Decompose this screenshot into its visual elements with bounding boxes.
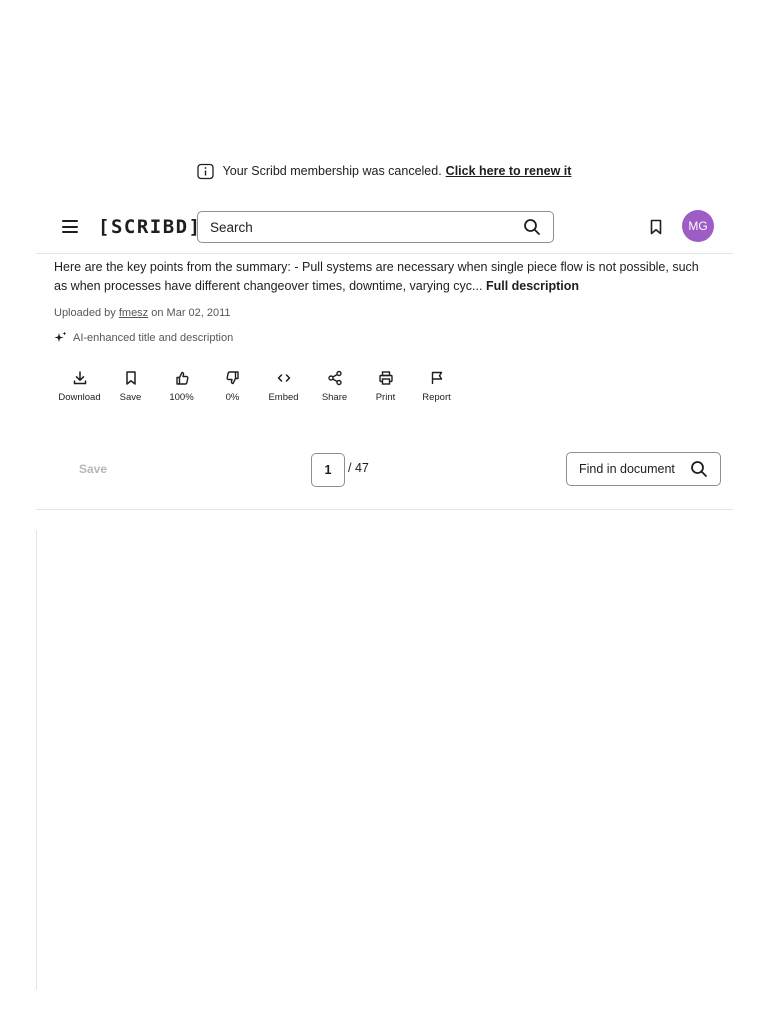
bookmark-icon [125, 371, 136, 385]
document-actions: Download Save 100% 0% Embed Share Print … [54, 370, 462, 403]
print-icon [378, 371, 393, 385]
print-label: Print [375, 392, 396, 403]
share-icon [327, 370, 342, 386]
site-header: [SCRIBD] MG [36, 208, 733, 254]
download-icon [73, 371, 86, 385]
description-text: Here are the key points from the summary… [54, 260, 699, 293]
search-input[interactable] [210, 219, 523, 235]
save-action-label: Save [119, 392, 142, 403]
thumbs-up-icon [175, 371, 189, 385]
save-action-button[interactable]: Save [105, 370, 156, 403]
scribd-logo[interactable]: [SCRIBD] [98, 216, 202, 238]
dislike-percent: 0% [225, 392, 240, 403]
thumbs-down-icon [225, 371, 239, 385]
ai-enhanced-note: AI-enhanced title and description [54, 331, 233, 344]
document-toolbar: Save / 47 Find in document [36, 450, 733, 510]
embed-button[interactable]: Embed [258, 370, 309, 403]
embed-label: Embed [268, 392, 299, 403]
uploader-link[interactable]: fmesz [119, 307, 148, 319]
report-button[interactable]: Report [411, 370, 462, 403]
hamburger-menu-icon[interactable] [60, 220, 80, 236]
find-label: Find in document [579, 462, 675, 476]
uploaded-by-prefix: Uploaded by [54, 307, 116, 319]
flag-icon [431, 371, 442, 384]
user-avatar[interactable]: MG [682, 210, 714, 242]
page-number-input[interactable] [311, 453, 345, 487]
upload-info: Uploaded by fmesz on Mar 02, 2011 [54, 307, 231, 319]
upload-date: on Mar 02, 2011 [151, 307, 231, 319]
saved-bookmark-icon[interactable] [649, 219, 663, 235]
like-button[interactable]: 100% [156, 370, 207, 403]
full-description-link[interactable]: Full description [486, 279, 579, 293]
search-icon[interactable] [523, 218, 541, 236]
share-label: Share [321, 392, 348, 403]
page-total: / 47 [348, 461, 369, 475]
banner-message: Your Scribd membership was canceled. [222, 164, 442, 178]
find-in-document-button[interactable]: Find in document [566, 452, 721, 486]
document-viewer[interactable] [36, 530, 733, 990]
toolbar-save-button[interactable]: Save [79, 462, 107, 476]
document-description: Here are the key points from the summary… [54, 258, 714, 296]
info-icon [196, 163, 214, 180]
search-icon [691, 461, 707, 477]
print-button[interactable]: Print [360, 370, 411, 403]
membership-banner: Your Scribd membership was canceled. Cli… [0, 160, 768, 182]
download-label: Download [58, 392, 101, 403]
embed-icon [277, 374, 290, 382]
renew-link[interactable]: Click here to renew it [446, 164, 572, 178]
share-button[interactable]: Share [309, 370, 360, 403]
like-percent: 100% [169, 392, 194, 403]
dislike-button[interactable]: 0% [207, 370, 258, 403]
ai-enhanced-label: AI-enhanced title and description [73, 331, 234, 344]
search-box[interactable] [197, 211, 554, 243]
download-button[interactable]: Download [54, 370, 105, 403]
sparkle-icon [54, 331, 67, 342]
report-label: Report [422, 392, 451, 403]
